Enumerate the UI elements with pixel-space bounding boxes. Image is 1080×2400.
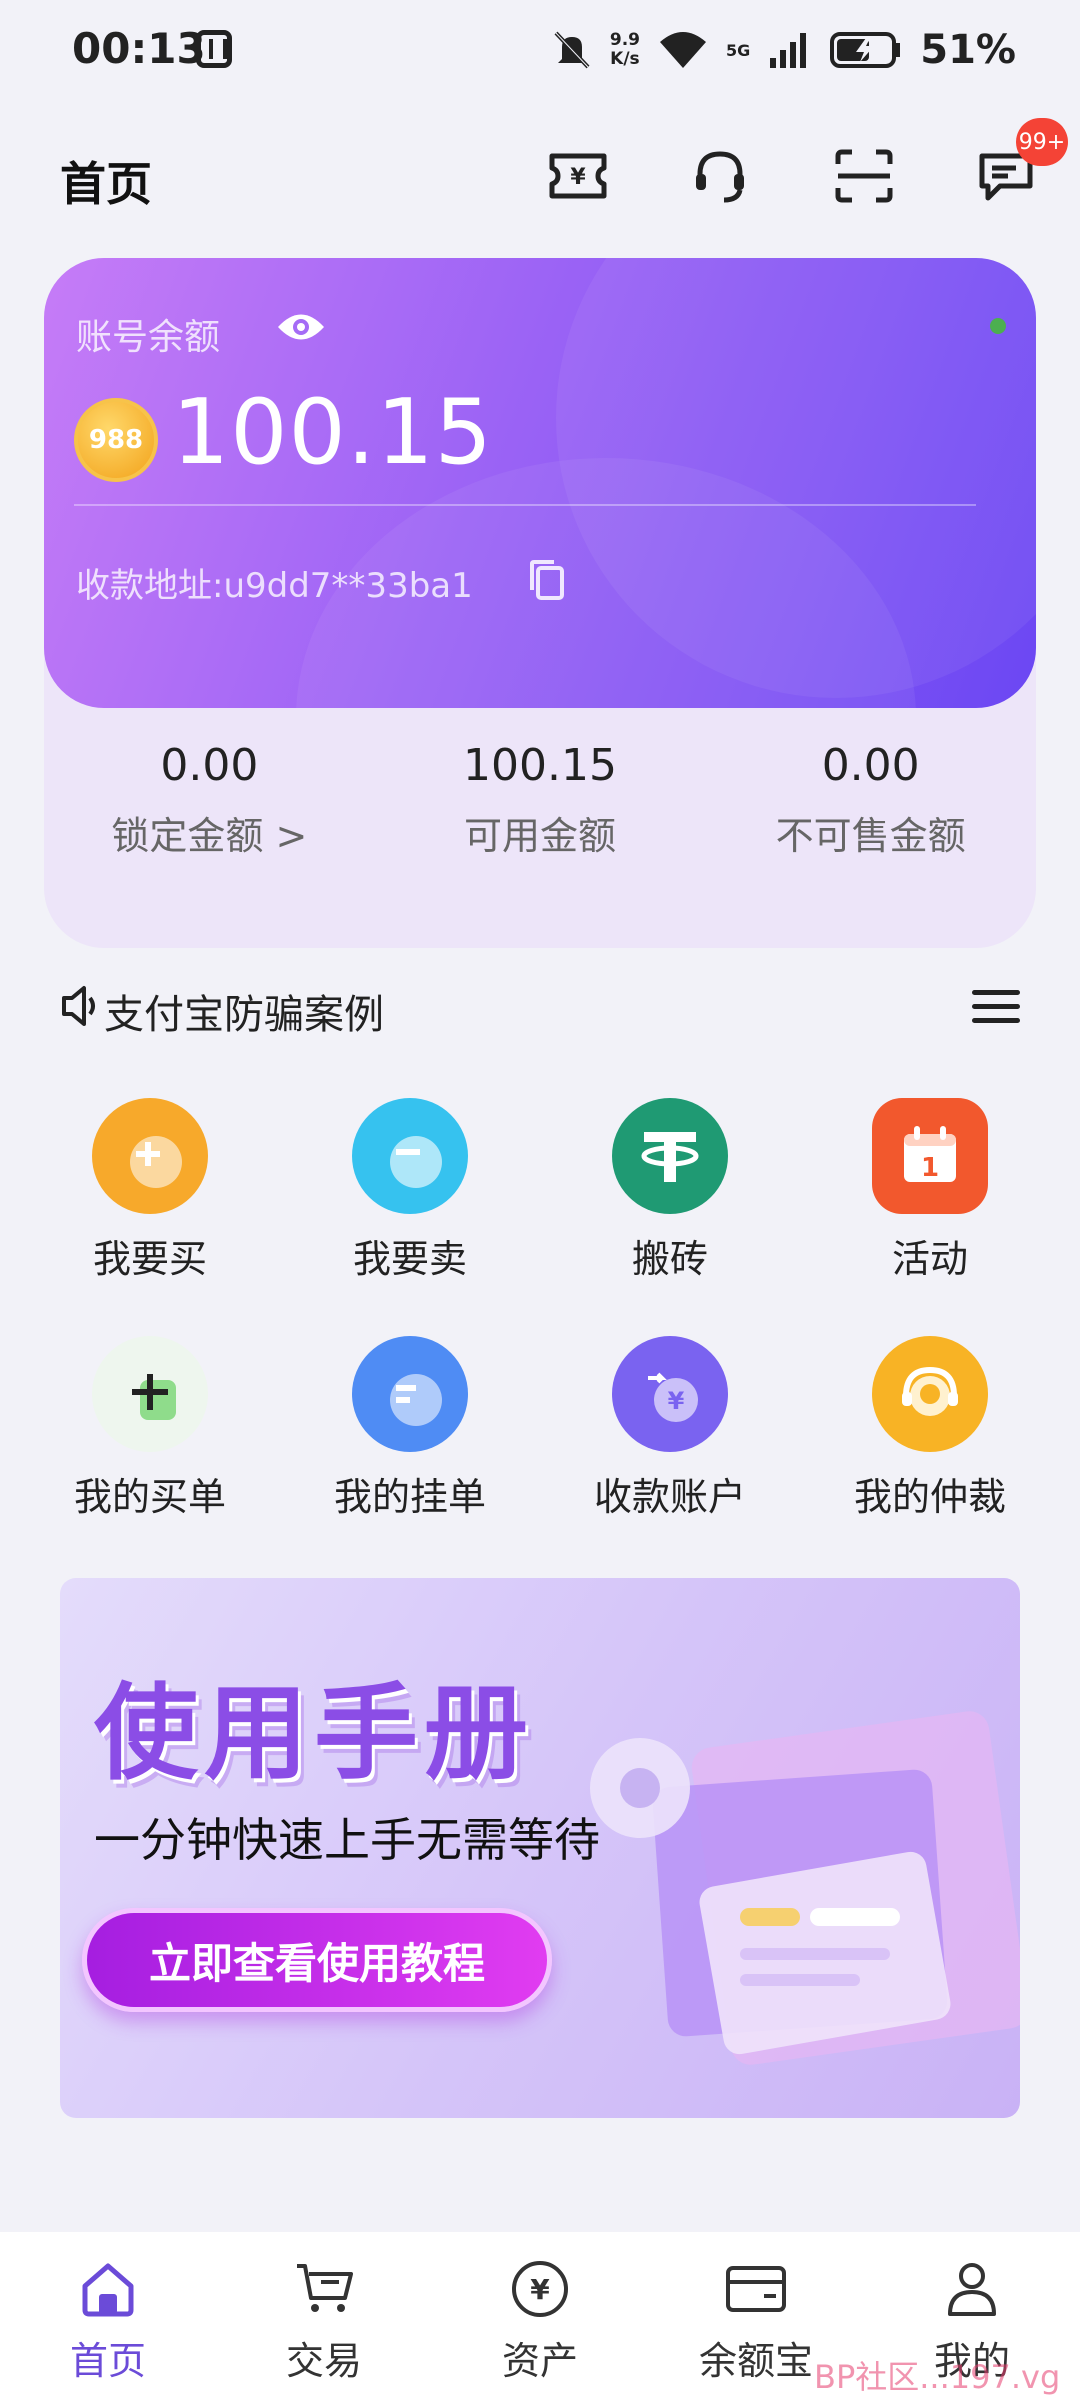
- stat-label: 锁定金额 >: [111, 814, 308, 858]
- stat-available: 100.15 可用金额: [375, 740, 706, 890]
- receive-address: 收款地址:u9dd7**33ba1: [76, 566, 473, 606]
- coin-icon: 988: [74, 398, 158, 482]
- voucher-icon[interactable]: ¥: [542, 140, 614, 212]
- grid-label: 我的挂单: [333, 1475, 486, 1519]
- tether-icon: [612, 1098, 728, 1214]
- page-title: 首页: [60, 157, 152, 211]
- grid-item-tether[interactable]: 搬砖: [540, 1090, 800, 1328]
- profile-icon: [864, 2254, 1080, 2324]
- grid-label: 我的买单: [73, 1475, 226, 1519]
- banner-illustration: [590, 1711, 1020, 2065]
- nfc-icon: [196, 30, 232, 68]
- balance-amount: 100.15: [172, 380, 493, 485]
- receive-account-icon: ¥: [612, 1336, 728, 1452]
- grid-label: 搬砖: [631, 1237, 708, 1281]
- grid-label: 我要卖: [352, 1237, 467, 1281]
- grid-label: 活动: [891, 1237, 968, 1281]
- online-dot: [990, 318, 1006, 334]
- arbitration-icon: [872, 1336, 988, 1452]
- status-icons: 9.9 K/s 5G 51%: [552, 22, 1016, 78]
- nav-home[interactable]: 首页: [0, 2232, 216, 2400]
- headset-icon[interactable]: [684, 140, 756, 212]
- eye-icon[interactable]: [276, 310, 326, 348]
- status-bar: 00:13 9.9 K/s 5G 51%: [0, 0, 1080, 100]
- stat-label: 可用金额: [464, 814, 617, 858]
- my-buy-order-icon: [92, 1336, 208, 1452]
- svg-text:¥: ¥: [570, 165, 586, 190]
- cart-icon: [216, 2254, 432, 2324]
- stat-locked[interactable]: 0.00 锁定金额 >: [44, 740, 375, 890]
- battery-percent: 51%: [920, 27, 1016, 73]
- balance-card: 账号余额 988 100.15 收款地址:u9dd7**33ba1: [44, 258, 1036, 708]
- sell-icon: [352, 1098, 468, 1214]
- card-divider: [74, 504, 976, 506]
- nav-label: 资产: [501, 2339, 578, 2383]
- nav-label: 交易: [285, 2339, 362, 2383]
- stat-value: 0.00: [160, 740, 259, 791]
- grid-label: 收款账户: [593, 1475, 746, 1519]
- header: 首页 ¥: [0, 130, 1080, 220]
- grid-label: 我要买: [92, 1237, 207, 1281]
- manual-banner[interactable]: 使用手册 一分钟快速上手无需等待 立即查看使用教程: [60, 1578, 1020, 2118]
- battery-icon: [830, 32, 901, 68]
- nav-trade[interactable]: 交易: [216, 2232, 432, 2400]
- menu-icon[interactable]: [972, 990, 1020, 1026]
- speaker-icon: [62, 986, 95, 1026]
- grid-item-activity[interactable]: 1 活动: [800, 1090, 1060, 1328]
- svg-text:¥: ¥: [530, 2273, 550, 2306]
- signal-icon: [770, 33, 807, 68]
- buy-icon: [92, 1098, 208, 1214]
- stat-unsellable: 0.00 不可售金额: [705, 740, 1036, 890]
- banner-title: 使用手册: [94, 1672, 535, 1794]
- balance-stats: 0.00 锁定金额 > 100.15 可用金额 0.00 不可售金额: [44, 740, 1036, 890]
- notice-bar[interactable]: 支付宝防骗案例: [60, 978, 1020, 1038]
- grid-item-my-buy-order[interactable]: 我的买单: [20, 1328, 280, 1566]
- nav-assets[interactable]: ¥ 资产: [432, 2232, 648, 2400]
- stat-value: 100.15: [463, 740, 617, 791]
- grid-item-my-sell-order[interactable]: 我的挂单: [280, 1328, 540, 1566]
- feature-grid: 我要买 我要卖 搬砖 1 活动 我的买单 我的挂单 ¥ 收款账户 我的仲裁: [20, 1090, 1060, 1566]
- grid-item-arbitration[interactable]: 我的仲裁: [800, 1328, 1060, 1566]
- stat-value: 0.00: [821, 740, 920, 791]
- home-icon: [0, 2254, 216, 2324]
- view-tutorial-button[interactable]: 立即查看使用教程: [82, 1908, 552, 2012]
- my-sell-order-icon: [352, 1336, 468, 1452]
- grid-label: 我的仲裁: [853, 1475, 1006, 1519]
- svg-text:¥: ¥: [668, 1387, 685, 1415]
- calendar-icon: 1: [872, 1098, 988, 1214]
- copy-icon[interactable]: [526, 558, 568, 606]
- stat-label: 不可售金额: [775, 814, 966, 858]
- yuan-icon: ¥: [432, 2254, 648, 2324]
- status-time: 00:13: [72, 24, 206, 73]
- scan-icon[interactable]: [828, 140, 900, 212]
- banner-subtitle: 一分钟快速上手无需等待: [94, 1813, 600, 1867]
- mute-bell-icon: [554, 31, 590, 69]
- network-type: 5G: [725, 40, 751, 60]
- svg-text:1: 1: [921, 1153, 939, 1183]
- message-badge: 99+: [1016, 118, 1068, 166]
- grid-item-buy[interactable]: 我要买: [20, 1090, 280, 1328]
- balance-label: 账号余额: [76, 317, 221, 358]
- watermark: BP社区...197.vg: [814, 2358, 1061, 2396]
- grid-item-sell[interactable]: 我要卖: [280, 1090, 540, 1328]
- grid-item-receive-account[interactable]: ¥ 收款账户: [540, 1328, 800, 1566]
- wifi-icon: [659, 32, 706, 68]
- notice-text: 支付宝防骗案例: [104, 992, 384, 1038]
- network-speed: 9.9 K/s: [609, 30, 640, 69]
- nav-label: 首页: [69, 2339, 146, 2383]
- wallet-icon: [648, 2254, 864, 2324]
